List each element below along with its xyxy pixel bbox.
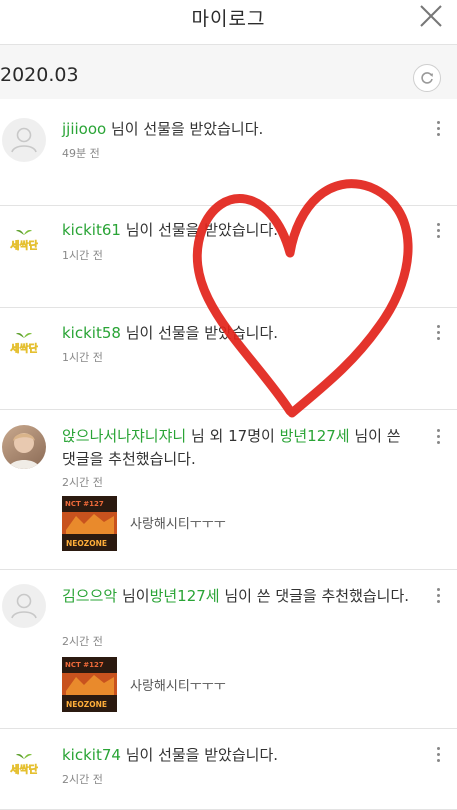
item-message: 님이 선물을 받았습니다.: [120, 324, 279, 342]
comment-text: 사랑해시티ㅜㅜㅜ: [130, 517, 226, 532]
target-user-link[interactable]: 방년127세: [280, 427, 350, 445]
item-message: 님이 선물을 받았습니다.: [106, 120, 264, 138]
avatar[interactable]: 세싹단: [2, 322, 46, 366]
refresh-button[interactable]: [413, 64, 441, 92]
logo-text: 세싹단: [10, 763, 38, 776]
profile-photo: [8, 433, 40, 469]
avatar[interactable]: [2, 425, 46, 469]
more-options-icon[interactable]: [433, 429, 443, 447]
list-item[interactable]: 세싹단 kickit61 님이 선물을 받았습니다. 1시간 전: [0, 206, 457, 308]
more-options-icon[interactable]: [433, 121, 443, 139]
date-label: 2020.03: [0, 64, 79, 86]
default-user-icon: [11, 127, 37, 153]
avatar[interactable]: [2, 584, 46, 628]
user-link[interactable]: kickit58: [62, 324, 121, 342]
item-time: 1시간 전: [62, 249, 103, 262]
album-top-text: NCT #127: [65, 661, 104, 669]
page-title: 마이로그: [191, 8, 266, 30]
item-time: 1시간 전: [62, 351, 103, 364]
item-text: kickit58 님이 선물을 받았습니다.: [62, 322, 417, 345]
album-thumbnail[interactable]: NCT #127 NEOZONE: [62, 496, 117, 551]
album-cover-image: NCT #127 NEOZONE: [62, 657, 117, 712]
item-time: 2시간 전: [62, 476, 103, 489]
default-user-icon: [11, 593, 37, 619]
more-options-icon[interactable]: [433, 223, 443, 241]
user-link[interactable]: kickit74: [62, 746, 121, 764]
item-text: kickit61 님이 선물을 받았습니다.: [62, 219, 417, 242]
item-text: kickit74 님이 선물을 받았습니다.: [62, 744, 417, 767]
target-user-link[interactable]: 방년127세: [150, 587, 220, 605]
sprout-logo-icon: 세싹단: [10, 230, 39, 252]
date-bar: 2020.03: [0, 45, 457, 99]
album-thumbnail[interactable]: NCT #127 NEOZONE: [62, 657, 117, 712]
more-options-icon[interactable]: [433, 325, 443, 343]
header-bar: 마이로그: [0, 0, 457, 45]
list-item[interactable]: 세싹단 kickit74 님이 선물을 받았습니다. 2시간 전: [0, 729, 457, 810]
user-link[interactable]: jjiiooo: [62, 120, 106, 138]
more-options-icon[interactable]: [433, 747, 443, 765]
item-time: 49분 전: [62, 147, 100, 160]
item-text: 김으으악 님이방년127세 님이 쓴 댓글을 추천했습니다.: [62, 585, 417, 608]
item-message: 님이 선물을 받았습니다.: [120, 221, 279, 239]
item-message: 님이 선물을 받았습니다.: [120, 746, 279, 764]
avatar[interactable]: [2, 118, 46, 162]
list-item[interactable]: 앉으나서나쟈니쟈니 님 외 17명이 방년127세 님이 쓴 댓글을 추천했습니…: [0, 410, 457, 570]
list-item[interactable]: 세싹단 kickit58 님이 선물을 받았습니다. 1시간 전: [0, 308, 457, 410]
album-bottom-text: NEOZONE: [66, 700, 107, 709]
list-item[interactable]: jjiiooo 님이 선물을 받았습니다. 49분 전: [0, 99, 457, 206]
item-mid-text: 님 외 17명이: [186, 427, 280, 445]
sprout-logo-icon: 세싹단: [10, 333, 39, 355]
user-link[interactable]: 김으으악: [62, 587, 117, 605]
sprout-logo-icon: 세싹단: [10, 754, 39, 776]
close-icon[interactable]: [417, 2, 445, 30]
item-text: jjiiooo 님이 선물을 받았습니다.: [62, 118, 417, 141]
album-top-text: NCT #127: [65, 500, 104, 508]
user-link[interactable]: 앉으나서나쟈니쟈니: [62, 427, 186, 445]
logo-text: 세싹단: [10, 342, 38, 355]
list-item[interactable]: 김으으악 님이방년127세 님이 쓴 댓글을 추천했습니다. 2시간 전 NCT…: [0, 570, 457, 729]
avatar[interactable]: 세싹단: [2, 219, 46, 263]
item-mid-text: 님이: [117, 587, 150, 605]
album-cover-image: NCT #127 NEOZONE: [62, 496, 117, 551]
more-options-icon[interactable]: [433, 588, 443, 606]
comment-text: 사랑해시티ㅜㅜㅜ: [130, 679, 226, 694]
avatar[interactable]: 세싹단: [2, 743, 46, 787]
item-text: 앉으나서나쟈니쟈니 님 외 17명이 방년127세 님이 쓴 댓글을 추천했습니…: [62, 425, 417, 471]
item-message: 님이 쓴 댓글을 추천했습니다.: [219, 587, 410, 605]
user-link[interactable]: kickit61: [62, 221, 121, 239]
logo-text: 세싹단: [10, 239, 38, 252]
item-time: 2시간 전: [62, 773, 103, 786]
item-time: 2시간 전: [62, 635, 103, 648]
refresh-icon: [421, 72, 433, 84]
album-bottom-text: NEOZONE: [66, 539, 107, 548]
